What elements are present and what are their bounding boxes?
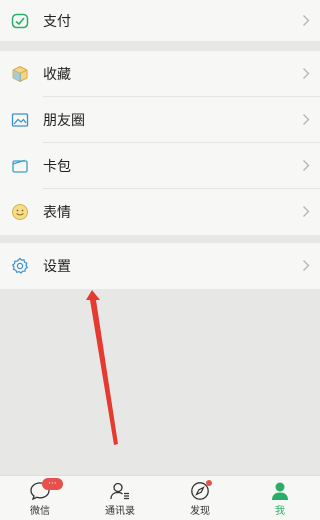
favorites-label: 收藏 — [43, 67, 71, 83]
stickers-row[interactable]: 表情 — [0, 189, 320, 235]
chevron-right-icon — [302, 203, 310, 222]
cards-label: 卡包 — [43, 159, 71, 175]
main-menu-group: 收藏 朋友圈 卡包 表情 — [0, 51, 320, 235]
tab-contacts[interactable]: 通讯录 — [80, 476, 160, 517]
tab-chats-label: 微信 — [30, 506, 50, 517]
bottom-nav: ··· 微信 通讯录 发现 我 — [0, 475, 320, 520]
chevron-right-icon — [302, 65, 310, 84]
pay-label: 支付 — [43, 13, 71, 30]
unread-badge: ··· — [42, 478, 63, 490]
picture-icon — [10, 110, 30, 130]
tab-contacts-label: 通讯录 — [105, 506, 135, 517]
smiley-icon — [10, 202, 30, 222]
chevron-right-icon — [302, 157, 310, 176]
gear-icon — [10, 256, 30, 276]
cube-icon — [10, 64, 30, 84]
chevron-right-icon — [302, 11, 310, 30]
wallet-icon — [10, 156, 30, 176]
person-icon — [272, 482, 288, 500]
tab-chats[interactable]: ··· 微信 — [0, 476, 80, 517]
notification-dot — [206, 480, 212, 486]
moments-label: 朋友圈 — [43, 113, 85, 129]
chevron-right-icon — [302, 111, 310, 130]
contacts-icon — [110, 482, 129, 500]
tab-discover[interactable]: 发现 — [160, 476, 240, 517]
chevron-right-icon — [302, 257, 310, 276]
tab-discover-label: 发现 — [190, 506, 210, 517]
settings-group: 设置 — [0, 243, 320, 289]
settings-label: 设置 — [43, 259, 71, 275]
stickers-label: 表情 — [43, 205, 71, 221]
tab-me-label: 我 — [275, 506, 285, 517]
pay-icon — [10, 11, 30, 31]
favorites-row[interactable]: 收藏 — [0, 51, 320, 97]
cards-row[interactable]: 卡包 — [0, 143, 320, 189]
tab-me[interactable]: 我 — [240, 476, 320, 517]
pay-row[interactable]: 支付 — [0, 0, 320, 41]
moments-row[interactable]: 朋友圈 — [0, 97, 320, 143]
settings-row[interactable]: 设置 — [0, 243, 320, 289]
pay-group: 支付 — [0, 0, 320, 41]
